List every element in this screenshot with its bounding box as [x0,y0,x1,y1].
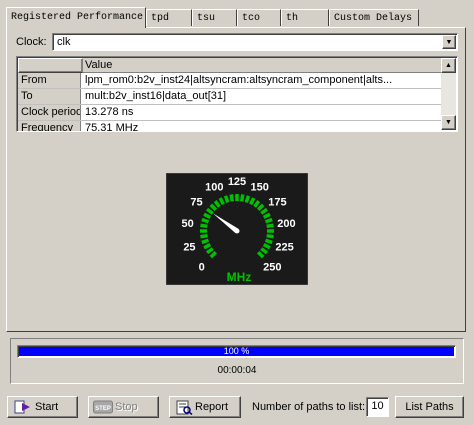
gauge-tick-label: 50 [181,218,193,230]
list-paths-button-label: List Paths [405,401,454,413]
grid-header: Value [18,58,441,73]
gauge-tick [229,194,235,202]
tab-tsu[interactable]: tsu [192,9,237,26]
row-value: mult:b2v_inst16|data_out[31] [85,90,227,102]
gauge-hub [234,228,240,234]
tab-tpd[interactable]: tpd [146,9,192,26]
list-paths-button[interactable]: List Paths [395,396,464,418]
clock-label: Clock: [16,36,47,48]
gauge-tick-label: 150 [251,181,269,193]
chevron-down-icon[interactable]: ▼ [442,35,456,49]
elapsed-time: 00:00:04 [217,365,257,376]
gauge-tick [266,233,274,239]
gauge-tick [244,195,251,204]
report-button-label: Report [195,401,229,413]
row-header: To [18,89,81,104]
gauge-tick-label: 250 [263,261,281,273]
gauge-tick-label: 200 [277,218,295,230]
gauge-tick [264,238,273,245]
gauge-tick-label: 125 [228,176,246,188]
gauge-tick [201,238,210,245]
tab-custom-delays[interactable]: Custom Delays [329,9,419,26]
row-value: lpm_rom0:b2v_inst24|altsyncram:altsyncra… [85,74,393,86]
gauge-tick [200,223,208,229]
gauge-tick-label: 175 [268,197,286,209]
grid-header-value[interactable]: Value [85,58,112,72]
gauge-tick [201,217,210,224]
gauge-unit-label: MHz [227,270,252,284]
gauge-tick-label: 25 [183,241,195,253]
gauge-tick [223,195,230,204]
start-button[interactable]: Start [7,396,78,418]
gauge-tick [266,223,274,229]
clock-select-value: clk [57,36,71,48]
stop-button[interactable]: STEP Stop [88,396,159,418]
row-value: 75.31 MHz [85,122,139,132]
gauge-tick [239,194,245,202]
gauge-tick [200,233,208,239]
row-header: From [18,73,81,88]
clock-select[interactable]: clk ▼ [52,33,458,51]
stop-icon-text: STEP [95,406,111,412]
paths-count-input[interactable]: 10 [366,397,389,417]
frequency-gauge: 0 25 50 75100 125 150 175 200 225 250 MHz [166,173,308,285]
stop-button-label: Stop [115,401,138,413]
results-grid: Value From lpm_rom0:b2v_inst24|altsyncra… [16,56,458,132]
gauge-tick-label: 225 [275,241,293,253]
gauge-tick [264,217,273,224]
progress-text: 100 % [223,346,250,356]
grid-row-clock-period[interactable]: Clock period 13.278 ns [18,105,441,121]
stop-icon: STEP [93,400,113,414]
play-icon [14,400,30,414]
tab-tco[interactable]: tco [237,9,281,26]
gauge-tick-label: 75 [190,197,202,209]
start-button-label: Start [35,401,59,413]
paths-count-label: Number of paths to list: [252,401,366,413]
report-button[interactable]: Report [169,396,241,418]
gauge-tick-label: 100 [205,181,223,193]
grid-row-frequency[interactable]: Frequency 75.31 MHz [18,121,441,132]
grid-row-to[interactable]: To mult:b2v_inst16|data_out[31] [18,89,441,105]
grid-row-from[interactable]: From lpm_rom0:b2v_inst24|altsyncram:alts… [18,73,441,89]
tab-th[interactable]: th [281,9,329,26]
scroll-down-icon[interactable]: ▼ [441,115,456,130]
row-header: Frequency [18,121,81,131]
row-header: Clock period [18,105,81,120]
grid-header-corner [18,58,83,73]
tab-registered-performance[interactable]: Registered Performance [6,7,146,28]
row-value: 13.278 ns [85,106,134,118]
scroll-up-icon[interactable]: ▲ [441,58,456,73]
progress-bar: 100 % [17,345,456,358]
report-icon [176,400,193,415]
gauge-tick-label: 0 [199,261,205,273]
grid-scrollbar[interactable]: ▲ ▼ [441,58,456,130]
